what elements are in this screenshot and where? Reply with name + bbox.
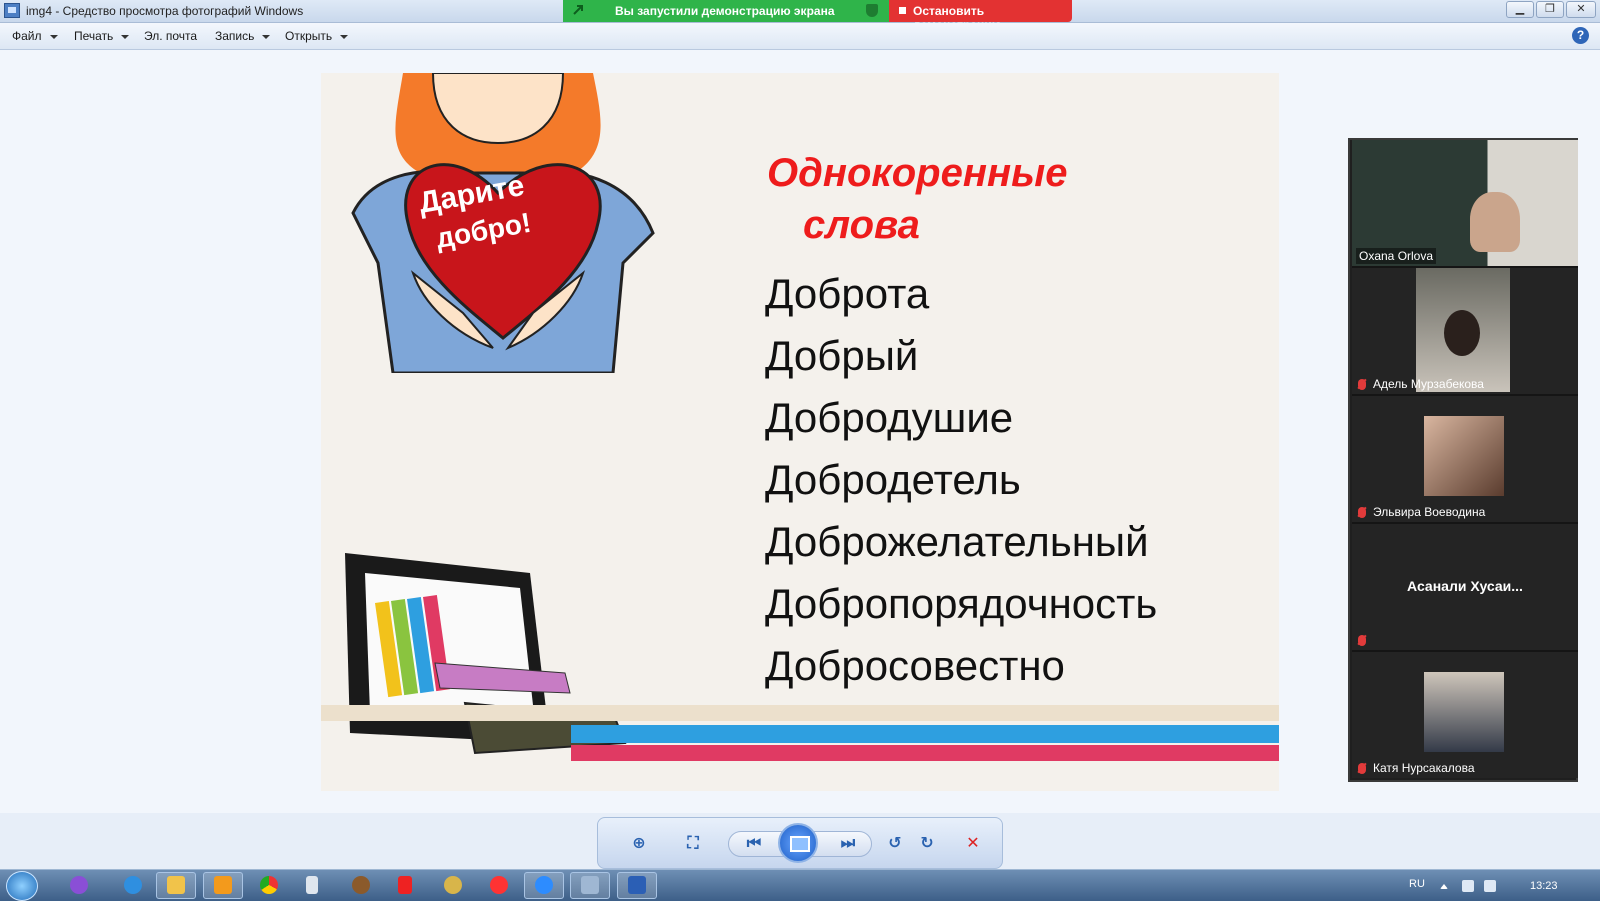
mic-off-icon bbox=[1358, 507, 1366, 518]
list-item: Добросовестно bbox=[765, 642, 1065, 689]
list-item: Добродетель bbox=[765, 456, 1021, 503]
participant-tile[interactable]: Адель Мурзабекова bbox=[1352, 268, 1578, 396]
word-list: Доброта Добрый Добродушие Добродетель До… bbox=[765, 263, 1157, 697]
slide-title-line-1: Однокоренные bbox=[767, 151, 1068, 195]
taskbar: RU 13:23 bbox=[0, 869, 1600, 901]
ie-icon[interactable] bbox=[124, 876, 142, 894]
avatar bbox=[1470, 192, 1520, 252]
list-item: Добродушие bbox=[765, 394, 1014, 441]
menu-open[interactable]: Открыть bbox=[285, 29, 349, 43]
media-player-icon bbox=[214, 876, 232, 894]
slide-title: Однокоренные слова bbox=[767, 147, 1187, 251]
word-icon bbox=[628, 876, 646, 894]
delete-icon[interactable]: ✕ bbox=[962, 834, 984, 854]
title-bar: img4 - Средство просмотра фотографий Win… bbox=[0, 0, 1600, 32]
participant-name: Эльвира Воеводина bbox=[1373, 505, 1486, 519]
list-item: Добропорядочность bbox=[765, 580, 1158, 627]
rotate-right-icon[interactable]: ↻ bbox=[916, 834, 938, 854]
list-item: Доброта bbox=[765, 270, 930, 317]
menu-file-label: Файл bbox=[12, 29, 42, 43]
video-feed bbox=[1424, 416, 1504, 496]
slide-title-line-2: слова bbox=[803, 203, 920, 247]
participant-tile[interactable]: Асанали Хусаи... bbox=[1352, 524, 1578, 652]
chevron-down-icon bbox=[262, 34, 271, 39]
menu-bar: Файл Печать Эл. почта Запись Открыть ? bbox=[0, 23, 1600, 50]
slideshow-button[interactable] bbox=[778, 823, 818, 863]
menu-file[interactable]: Файл bbox=[12, 29, 58, 43]
heart-illustration: Дарите добро! bbox=[351, 73, 655, 373]
participants-panel: Oxana Orlova Адель Мурзабекова Эльвира В… bbox=[1348, 138, 1578, 782]
yandex-browser-icon[interactable] bbox=[490, 876, 508, 894]
participant-tile[interactable]: Эльвира Воеводина bbox=[1352, 396, 1578, 524]
menu-open-label: Открыть bbox=[285, 29, 333, 43]
video-feed bbox=[1424, 672, 1504, 752]
decorative-stripe bbox=[321, 705, 1279, 721]
list-item: Доброжелательный bbox=[765, 518, 1149, 565]
participant-name: Oxana Orlova bbox=[1356, 248, 1437, 264]
screen-share-banner: Вы запустили демонстрацию экрана bbox=[563, 0, 889, 22]
slide-image: Дарите добро! Однокоренные слова Доброта… bbox=[321, 73, 1279, 791]
close-window-button[interactable]: ✕ bbox=[1566, 1, 1596, 18]
avatar bbox=[1444, 310, 1480, 356]
menu-print[interactable]: Печать bbox=[74, 29, 130, 43]
mic-off-icon bbox=[1358, 635, 1366, 646]
participant-name: Катя Нурсакалова bbox=[1373, 761, 1475, 775]
folder-icon bbox=[167, 876, 185, 894]
chevron-down-icon bbox=[121, 34, 130, 39]
menu-print-label: Печать bbox=[74, 29, 114, 43]
alice-icon[interactable] bbox=[70, 876, 88, 894]
decorative-stripe bbox=[571, 745, 1279, 761]
language-indicator[interactable]: RU bbox=[1409, 878, 1425, 890]
menu-email-label: Эл. почта bbox=[144, 29, 198, 43]
mic-off-icon bbox=[1358, 379, 1366, 390]
app-icon[interactable] bbox=[352, 876, 370, 894]
participant-name: Асанали Хусаи... bbox=[1407, 578, 1523, 594]
mic-off-icon bbox=[1358, 763, 1366, 774]
participant-tile[interactable]: Катя Нурсакалова bbox=[1352, 652, 1578, 778]
volume-icon[interactable] bbox=[1484, 880, 1496, 892]
viewer-toolbar: ⊕ ⛶ ⏮ ⏭ ↺ ↻ ✕ bbox=[597, 817, 1003, 869]
yandex-icon[interactable] bbox=[398, 876, 412, 894]
menu-burn-label: Запись bbox=[215, 29, 255, 43]
screen-share-label: Вы запустили демонстрацию экрана bbox=[615, 4, 835, 18]
start-button[interactable] bbox=[6, 871, 38, 901]
chevron-down-icon bbox=[340, 34, 349, 39]
restore-button[interactable]: ❐ bbox=[1536, 1, 1564, 18]
share-arrow-icon bbox=[573, 5, 583, 15]
zoom-app-icon bbox=[535, 876, 553, 894]
stop-share-button[interactable]: Остановить демонстрацию bbox=[889, 0, 1072, 32]
list-item: Добрый bbox=[765, 332, 919, 379]
minimize-button[interactable]: ▁ bbox=[1506, 1, 1534, 18]
shield-icon bbox=[866, 4, 878, 17]
participant-name: Адель Мурзабекова bbox=[1373, 377, 1484, 391]
clock[interactable]: 13:23 bbox=[1530, 880, 1558, 892]
zoom-icon[interactable]: ⊕ bbox=[628, 834, 650, 854]
photo-viewer-icon bbox=[581, 876, 599, 894]
chrome-icon[interactable] bbox=[260, 876, 278, 894]
decorative-stripe bbox=[571, 725, 1279, 743]
photo-viewer-icon bbox=[4, 3, 20, 18]
participant-tile[interactable]: Oxana Orlova bbox=[1352, 140, 1578, 268]
window-title: img4 - Средство просмотра фотографий Win… bbox=[26, 4, 304, 18]
chevron-down-icon bbox=[49, 34, 58, 39]
document-icon[interactable] bbox=[306, 876, 318, 894]
rotate-left-icon[interactable]: ↺ bbox=[884, 834, 906, 854]
tray-expand-icon[interactable] bbox=[1440, 884, 1448, 889]
previous-icon[interactable]: ⏮ bbox=[743, 834, 765, 854]
stop-icon bbox=[899, 7, 906, 14]
app-icon[interactable] bbox=[444, 876, 462, 894]
network-icon[interactable] bbox=[1462, 880, 1474, 892]
menu-email[interactable]: Эл. почта bbox=[144, 29, 197, 43]
help-icon[interactable]: ? bbox=[1572, 27, 1589, 44]
next-icon[interactable]: ⏭ bbox=[837, 834, 859, 854]
menu-burn[interactable]: Запись bbox=[215, 29, 271, 43]
actual-size-icon[interactable]: ⛶ bbox=[682, 834, 704, 854]
